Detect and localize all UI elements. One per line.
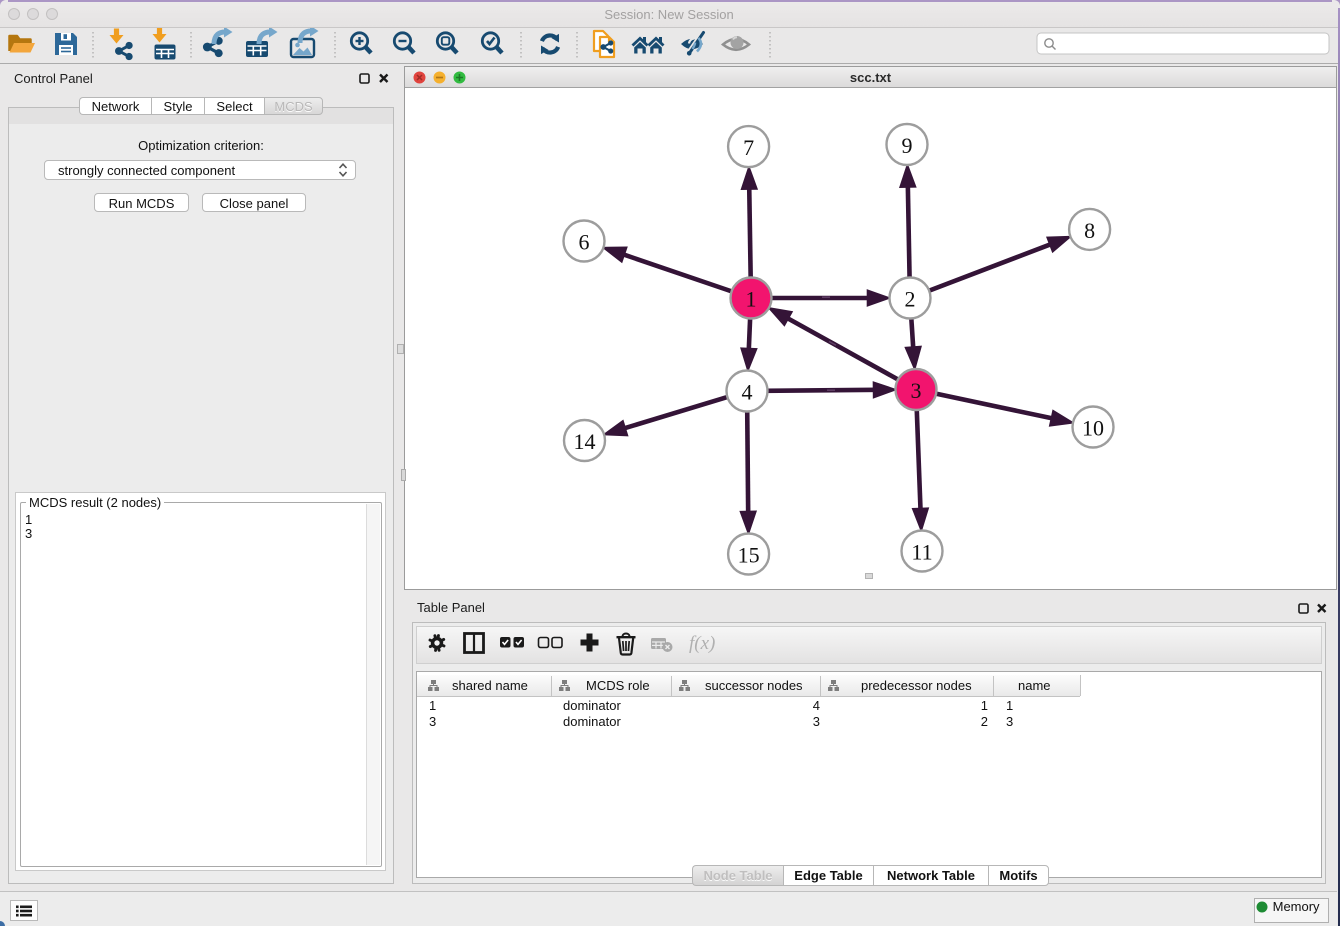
svg-text:1: 1	[1006, 698, 1013, 713]
svg-text:7: 7	[743, 135, 754, 160]
svg-text:3: 3	[429, 714, 436, 729]
svg-text:4: 4	[813, 698, 820, 713]
svg-text:8: 8	[1084, 218, 1095, 243]
svg-text:1: 1	[429, 698, 436, 713]
svg-text:3: 3	[813, 714, 820, 729]
svg-text:2: 2	[905, 287, 916, 312]
svg-text:MCDS role: MCDS role	[586, 678, 650, 693]
svg-text:9: 9	[902, 133, 913, 158]
svg-text:3: 3	[1006, 714, 1013, 729]
svg-text:predecessor nodes: predecessor nodes	[861, 678, 972, 693]
svg-text:11: 11	[911, 540, 932, 565]
svg-text:4: 4	[742, 380, 753, 405]
svg-text:3: 3	[911, 378, 922, 403]
svg-text:f(x): f(x)	[689, 633, 715, 654]
svg-text:6: 6	[579, 230, 590, 255]
svg-text:15: 15	[738, 543, 760, 568]
svg-text:shared name: shared name	[452, 678, 528, 693]
svg-text:1: 1	[746, 287, 757, 312]
svg-text:name: name	[1018, 678, 1051, 693]
svg-text:2: 2	[981, 714, 988, 729]
svg-text:successor nodes: successor nodes	[705, 678, 803, 693]
svg-text:14: 14	[574, 429, 596, 454]
svg-text:1: 1	[981, 698, 988, 713]
svg-text:10: 10	[1082, 416, 1104, 441]
svg-text:dominator: dominator	[563, 698, 621, 713]
svg-text:dominator: dominator	[563, 714, 621, 729]
